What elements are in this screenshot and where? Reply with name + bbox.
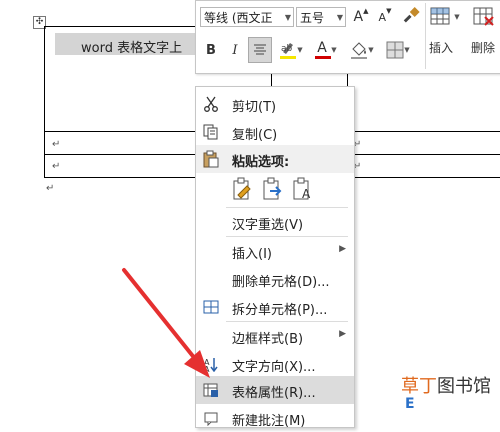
shrink-font-button[interactable]: A ▼	[376, 7, 394, 27]
borders-button[interactable]: ▼	[382, 37, 414, 63]
menu-item-new-comment[interactable]: 新建批注(M)	[196, 404, 354, 432]
svg-text:A: A	[302, 187, 311, 201]
copy-icon	[202, 123, 220, 141]
menu-item-label: 复制(C)	[232, 128, 278, 143]
insert-table-icon	[430, 7, 450, 25]
keep-source-formatting-icon[interactable]	[232, 177, 254, 201]
shrink-font-icon: A	[378, 10, 387, 24]
grow-font-button[interactable]: A ▲	[352, 7, 370, 27]
return-mark: ↵	[52, 139, 61, 150]
menu-item-label: 拆分单元格(P)...	[232, 303, 328, 318]
scissors-icon	[202, 95, 220, 113]
paste-icon	[202, 150, 220, 168]
grow-font-icon: A	[353, 9, 364, 25]
format-painter-icon	[403, 7, 420, 23]
svg-text:ab: ab	[281, 44, 293, 54]
paint-bucket-icon	[351, 42, 368, 59]
center-align-button[interactable]	[248, 37, 272, 63]
new-comment-icon	[202, 409, 220, 427]
highlight-button[interactable]: ab ▼	[276, 37, 306, 63]
italic-button[interactable]: I	[226, 39, 244, 61]
menu-item-cut[interactable]: 剪切(T)	[196, 90, 354, 118]
watermark-logo-icon: E	[405, 396, 415, 412]
submenu-arrow-icon: ▶	[339, 329, 346, 339]
menu-item-label: 边框样式(B)	[232, 332, 304, 347]
watermark: 草丁图书馆	[401, 372, 491, 398]
borders-icon	[386, 41, 404, 59]
font-name-value: 等线 (西文正	[204, 11, 273, 25]
menu-item-label: 文字方向(X)...	[232, 360, 316, 375]
delete-label[interactable]: 删除	[471, 39, 495, 56]
cell-text: word 表格文字上	[81, 41, 183, 56]
return-mark: ↵	[46, 183, 55, 194]
font-size-value: 五号	[300, 11, 325, 25]
mini-toolbar: 等线 (西文正 ▼ 五号 ▼ A ▲ A ▼ ▼ 插入 删除 B I ab ▼ …	[195, 0, 500, 74]
menu-item-label: 粘贴选项:	[232, 155, 290, 170]
paste-options-row: A	[196, 173, 354, 205]
menu-item-label: 汉字重选(V)	[232, 218, 304, 233]
merge-formatting-icon[interactable]	[262, 177, 284, 201]
center-align-icon	[254, 44, 266, 55]
font-color-icon: A	[317, 40, 327, 56]
return-mark: ↵	[52, 161, 61, 172]
font-size-dropdown[interactable]: 五号 ▼	[296, 7, 346, 27]
menu-item-label: 新建批注(M)	[232, 414, 306, 429]
menu-item-reconvert[interactable]: 汉字重选(V)	[196, 208, 354, 236]
menu-item-copy[interactable]: 复制(C)	[196, 118, 354, 146]
menu-header-paste-options: 粘贴选项:	[196, 145, 354, 173]
font-name-dropdown[interactable]: 等线 (西文正 ▼	[200, 7, 294, 27]
submenu-arrow-icon: ▶	[339, 244, 346, 254]
delete-table-button[interactable]	[470, 3, 500, 31]
red-arrow-annotation	[122, 268, 210, 378]
shading-button[interactable]: ▼	[346, 37, 378, 63]
chevron-down-icon: ▼	[336, 13, 343, 22]
font-color-button[interactable]: A ▼	[310, 37, 342, 63]
chevron-down-icon: ▼	[284, 13, 291, 22]
keep-text-only-icon[interactable]: A	[292, 177, 314, 201]
watermark-text-2: 图书馆	[437, 376, 491, 397]
format-painter-button[interactable]	[400, 5, 422, 27]
menu-item-label: 删除单元格(D)...	[232, 275, 330, 290]
watermark-text-1: 草丁	[401, 376, 437, 397]
bold-button[interactable]: B	[202, 39, 220, 61]
insert-table-button[interactable]: ▼	[429, 3, 461, 31]
delete-table-icon	[473, 7, 494, 26]
menu-item-label: 插入(I)	[232, 247, 272, 262]
highlighter-icon: ab	[280, 43, 297, 59]
menu-item-label: 表格属性(R)...	[232, 386, 316, 401]
menu-item-label: 剪切(T)	[232, 100, 277, 115]
insert-label[interactable]: 插入	[429, 39, 453, 56]
